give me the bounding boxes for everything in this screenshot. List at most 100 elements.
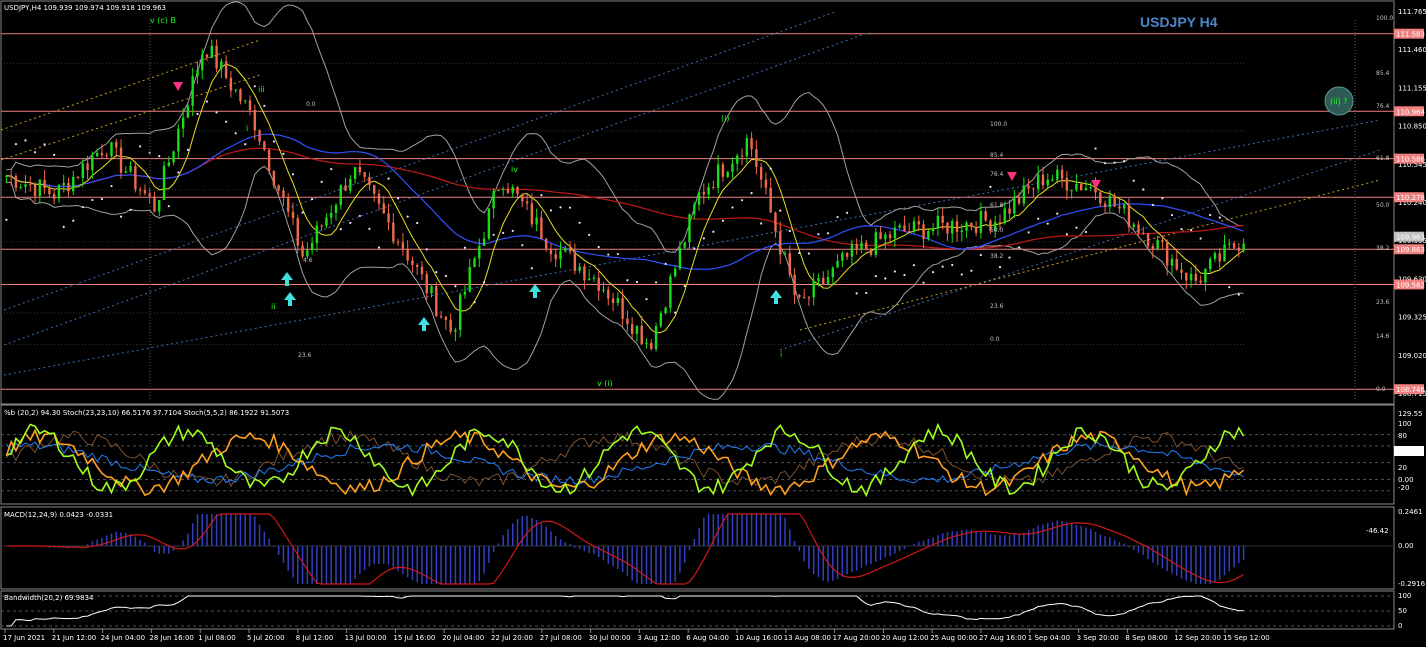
psar-dot — [960, 273, 963, 276]
time-tick-label: 1 Sep 04:00 — [1028, 634, 1070, 642]
candle-body — [1003, 208, 1006, 224]
fibo-label-right: 85.4 — [1376, 70, 1390, 77]
candle-body — [759, 166, 763, 180]
candle-body — [43, 179, 46, 189]
candle-body — [1237, 247, 1241, 251]
psar-dot — [225, 120, 228, 123]
psar-dot — [473, 301, 476, 304]
psar-dot — [568, 206, 572, 209]
time-tick-label: 8 Jul 12:00 — [296, 634, 334, 642]
candle-body — [1223, 244, 1226, 262]
candle-body — [979, 211, 983, 233]
candle-body — [960, 230, 963, 232]
fibo-label-mid: 100.0 — [990, 121, 1007, 128]
psar-dot — [750, 192, 753, 195]
psar-dot — [1037, 217, 1040, 220]
candle-body — [296, 218, 299, 246]
ma-slow-red-line — [6, 147, 1244, 250]
stoch-tick-label: 0.00 — [1398, 476, 1414, 484]
psar-dot — [339, 228, 342, 231]
stoch-tick-label: 129.55 — [1398, 410, 1423, 418]
candle-body — [865, 242, 868, 250]
candle-body — [1060, 169, 1064, 179]
psar-dot — [779, 209, 782, 212]
psar-dot — [62, 225, 65, 228]
candle-body — [468, 267, 471, 292]
candle-body — [931, 228, 935, 232]
wave-label-iii: iii — [258, 85, 265, 94]
candle-body — [879, 232, 882, 240]
candle-body — [1122, 204, 1126, 209]
candle-body — [745, 138, 749, 157]
candle-body — [315, 225, 319, 243]
psar-dot — [836, 215, 839, 219]
candle-body — [201, 54, 204, 71]
candle-body — [1056, 169, 1059, 180]
candle-body — [769, 187, 772, 213]
candle-body — [845, 253, 849, 257]
candle-body — [186, 106, 190, 118]
candle-body — [153, 196, 156, 212]
candle-body — [764, 179, 768, 188]
psar-dot — [855, 292, 858, 295]
fibo-label-right: 100.0 — [1376, 15, 1393, 22]
candle-body — [234, 89, 237, 91]
candle-body — [172, 151, 175, 163]
bollinger-upper-line — [6, 1, 1244, 253]
candle-body — [248, 100, 252, 111]
candle-body — [478, 245, 481, 259]
candle-body — [91, 156, 94, 171]
psar-dot — [740, 199, 744, 202]
wave-label-v-i: v (i) — [597, 379, 613, 388]
candle-body — [291, 211, 295, 219]
psar-dot — [24, 139, 27, 142]
fibo-label-mid: 23.6 — [990, 303, 1004, 310]
candle-body — [1218, 253, 1221, 262]
bandwidth-panel: 100 50 0 — [1, 592, 1411, 630]
candle-body — [549, 248, 553, 255]
price-tick-label: 111.155 — [1398, 84, 1426, 92]
psar-dot — [597, 245, 600, 249]
candle-body — [817, 278, 820, 282]
psar-dot — [674, 311, 677, 314]
candle-body — [697, 191, 701, 205]
psar-dot — [1170, 213, 1174, 217]
candle-body — [998, 222, 1002, 224]
candle-body — [955, 221, 959, 232]
psar-dot — [196, 112, 199, 116]
psar-dot — [396, 197, 400, 200]
candle-body — [9, 175, 13, 177]
candle-body — [1032, 188, 1035, 190]
psar-dot — [43, 143, 46, 146]
candle-body — [1079, 183, 1083, 191]
psar-dot — [846, 211, 849, 214]
time-tick-label: 21 Jun 12:00 — [52, 634, 96, 642]
time-tick-label: 1 Jul 08:00 — [198, 634, 236, 642]
psar-dot — [482, 281, 486, 284]
candle-body — [1084, 188, 1088, 191]
psar-dot — [158, 155, 161, 158]
bw-tick-label: 100 — [1398, 592, 1411, 600]
candle-body — [621, 297, 624, 319]
candle-body — [129, 166, 132, 172]
candle-body — [607, 289, 610, 299]
psar-dot — [1113, 161, 1116, 164]
candle-body — [95, 152, 99, 157]
candle-body — [48, 188, 51, 195]
candle-body — [884, 234, 887, 240]
psar-dot — [826, 232, 830, 235]
candle-body — [76, 176, 80, 179]
psar-dot — [1046, 222, 1049, 225]
candle-body — [454, 330, 457, 332]
fibo-label-left: 0.0 — [306, 101, 316, 108]
time-tick-label: 27 Aug 16:00 — [979, 634, 1026, 642]
price-axis: 111.765111.460111.155110.850110.545110.2… — [1394, 8, 1426, 398]
candle-body — [869, 249, 873, 255]
chart-canvas: 100.0 85.4 76.4 61.8 50.0 38.2 23.6 14.6 0.0 100.… — [0, 0, 1426, 642]
candle-body — [196, 70, 199, 77]
psar-dot — [549, 209, 553, 212]
psar-dot — [186, 148, 190, 151]
candle-body — [946, 222, 949, 234]
price-box-label: 109.863 — [1396, 246, 1425, 254]
psar-dot — [91, 198, 94, 202]
